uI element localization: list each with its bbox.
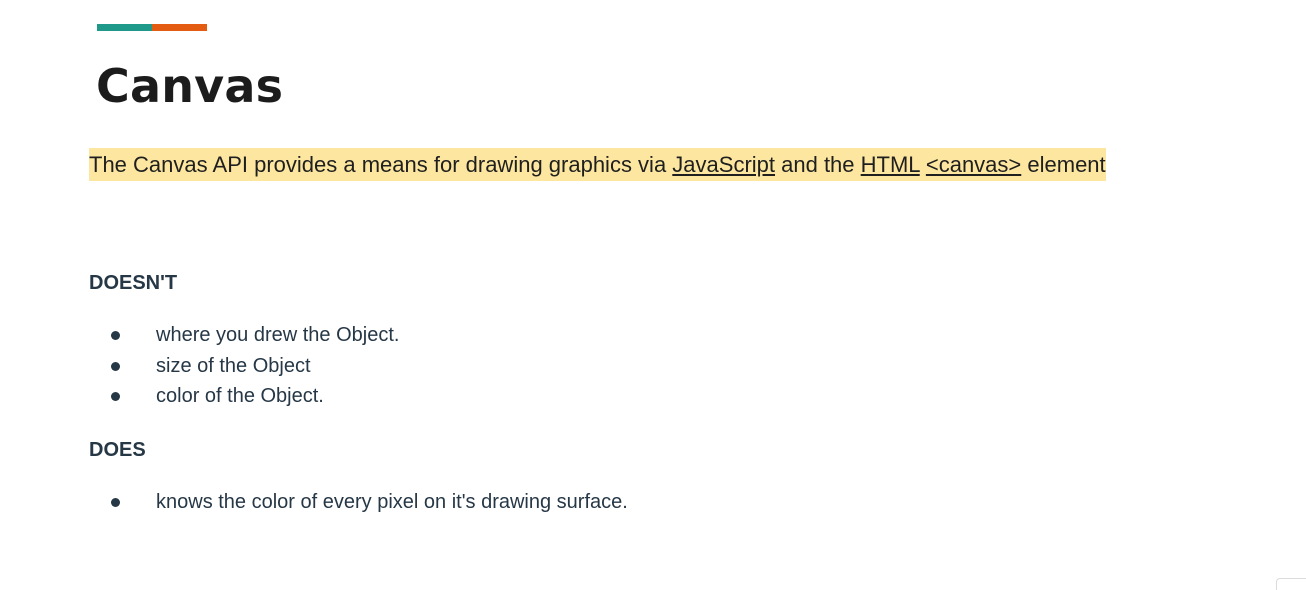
intro-highlight: The Canvas API provides a means for draw… [89, 148, 1106, 181]
does-list: knows the color of every pixel on it's d… [89, 487, 628, 518]
bullet-icon [111, 361, 120, 371]
doesnt-list: where you drew the Object. size of the O… [89, 320, 399, 412]
intro-text-1: The Canvas API provides a means for draw… [89, 152, 673, 177]
list-item-text: color of the Object. [156, 385, 324, 407]
does-heading: DOES [89, 439, 146, 461]
intro-paragraph: The Canvas API provides a means for draw… [89, 140, 1119, 189]
bullet-icon [111, 498, 120, 507]
list-item-text: knows the color of every pixel on it's d… [156, 491, 628, 513]
title-accent-bar [97, 24, 207, 31]
list-item: knows the color of every pixel on it's d… [89, 487, 628, 518]
corner-widget[interactable] [1276, 578, 1306, 590]
canvas-element-link[interactable]: <canvas> [926, 152, 1021, 177]
list-item-text: where you drew the Object. [156, 324, 400, 346]
bullet-icon [111, 392, 120, 401]
page-title: Canvas [96, 59, 284, 113]
html-link[interactable]: HTML [861, 152, 920, 177]
doesnt-heading: DOESN'T [89, 272, 178, 294]
accent-segment-teal [97, 24, 152, 31]
intro-text-2: and the [775, 152, 861, 177]
list-item: size of the Object [89, 351, 399, 382]
intro-text-4: element [1021, 152, 1106, 177]
list-item-text: size of the Object [156, 354, 311, 377]
list-item: where you drew the Object. [89, 320, 399, 351]
bullet-icon [111, 331, 120, 340]
accent-segment-orange [152, 24, 207, 31]
list-item: color of the Object. [89, 381, 399, 412]
javascript-link[interactable]: JavaScript [672, 152, 775, 177]
